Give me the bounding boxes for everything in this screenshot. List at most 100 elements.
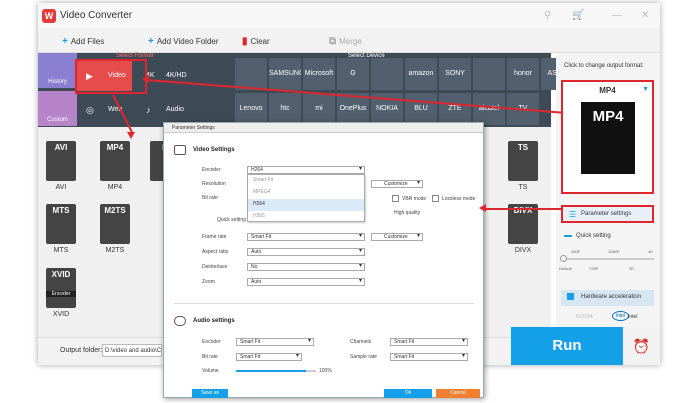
device-brand-sony[interactable]: SONY (439, 58, 471, 90)
encoder-label: Encoder (202, 167, 221, 173)
frame-rate-select[interactable]: Smart Fit (247, 233, 365, 241)
encoder-option-selected[interactable]: H264 (248, 199, 364, 211)
ok-button[interactable]: Ok (384, 389, 432, 398)
save-as-button[interactable]: Save as (192, 389, 228, 398)
output-format-name: MP4 (599, 86, 616, 95)
zoom-select[interactable]: Auto (247, 278, 365, 286)
merge-button[interactable]: ⧉ Merge (329, 36, 362, 47)
audio-encoder-label: Encoder (202, 339, 221, 345)
run-button[interactable]: Run (511, 327, 623, 365)
arrowhead-left-icon (142, 75, 149, 83)
device-brand-lenovo[interactable]: Lenovo (235, 93, 267, 125)
key-icon[interactable]: ⚲ (544, 10, 551, 21)
device-brand-samsung[interactable]: SAMSUNG (269, 58, 301, 90)
format-ts[interactable]: TS TS (504, 141, 542, 191)
output-folder-label: Output folder: (60, 347, 103, 354)
lossless-mode-label: Lossless mode (442, 196, 476, 202)
encoder-tag: Encoder (46, 291, 76, 297)
clear-button[interactable]: ▮ Clear (242, 36, 270, 47)
resolution-customize-button[interactable]: Customize (371, 180, 423, 188)
custom-tab[interactable]: Custom (38, 91, 77, 126)
parameter-settings-button[interactable]: ☰ Parameter settings (561, 205, 654, 223)
slider-handle[interactable] (560, 255, 567, 262)
encoder-option[interactable]: MPEG4 (248, 187, 364, 199)
high-quality-label: High quality (394, 210, 421, 216)
dialog-title: Parameter Settings (164, 123, 483, 133)
frame-rate-customize-button[interactable]: Customize (371, 233, 423, 241)
device-brand-blu[interactable]: BLU (405, 93, 437, 125)
hardware-acceleration-button[interactable]: Hardware acceleration (561, 290, 654, 306)
device-brand-logo-icon[interactable] (371, 58, 403, 90)
aspect-ratio-select[interactable]: Auto (247, 248, 365, 256)
minimize-icon[interactable]: — (612, 10, 622, 21)
custom-label: Custom (47, 117, 68, 123)
cancel-button[interactable]: Cancel (436, 389, 480, 398)
nvidia-label: NVIDIA (576, 314, 593, 320)
add-folder-button[interactable]: + Add Video Folder (148, 36, 219, 47)
vbr-checkbox[interactable] (392, 195, 399, 202)
deinterlace-select[interactable]: No (247, 263, 365, 271)
web-icon: ◎ (86, 105, 94, 115)
device-brand-htc[interactable]: htc (269, 93, 301, 125)
close-icon[interactable]: ✕ (641, 10, 649, 21)
format-xvid[interactable]: XVID Encoder XVID (42, 268, 80, 318)
output-folder-input[interactable]: D:\video and audio\C (102, 344, 162, 357)
device-brand-microsoft[interactable]: Microsoft (303, 58, 335, 90)
cart-icon[interactable]: 🛒 (572, 10, 584, 21)
format-divx[interactable]: DIVX DIVX (504, 204, 542, 254)
volume-slider-fill[interactable] (236, 370, 306, 372)
sample-rate-label: Sample rate (350, 354, 377, 360)
4k-hd-label: 4K/HD (166, 72, 187, 79)
parameter-settings-dialog: Parameter Settings Video Settings Encode… (163, 122, 484, 398)
encoder-select[interactable]: H264 (247, 166, 365, 174)
chevron-down-icon: ▼ (642, 86, 649, 93)
format-m2ts[interactable]: M2TS M2TS (96, 204, 134, 254)
arrow-to-dialog (484, 208, 561, 210)
channels-label: Channels (350, 339, 372, 345)
audio-encoder-select[interactable]: Smart Fit (236, 338, 314, 346)
volume-slider-track[interactable] (306, 370, 316, 372)
encoder-option[interactable]: H265 (248, 211, 364, 223)
tick-1080p: 1080P (608, 249, 620, 254)
video-settings-icon (174, 145, 186, 155)
audio-format-button[interactable]: ♪ Audio (134, 95, 194, 125)
device-brand-mi[interactable]: mi (303, 93, 335, 125)
output-format-selector[interactable]: MP4 ▼ MP4 (561, 80, 654, 194)
sliders-icon: ☰ (569, 210, 577, 219)
device-brand-honor[interactable]: honor (507, 58, 539, 90)
parameter-settings-label: Parameter settings (581, 211, 632, 217)
audio-bitrate-label: Bit rate (202, 354, 218, 360)
arrowhead-dialog-icon (479, 204, 486, 212)
add-files-button[interactable]: + Add Files (62, 36, 104, 47)
format-mts[interactable]: MTS MTS (42, 204, 80, 254)
format-partial[interactable]: N (150, 141, 164, 181)
resolution-label: Resolution (202, 181, 226, 187)
add-folder-label: Add Video Folder (156, 37, 219, 46)
tick-default: Default (559, 266, 572, 271)
device-brand-amazon[interactable]: amazon (405, 58, 437, 90)
device-brand-zte[interactable]: ZTE (439, 93, 471, 125)
format-mp4[interactable]: MP4 MP4 (96, 141, 134, 191)
device-brand-logo-icon[interactable] (473, 58, 505, 90)
device-brand-logo-icon[interactable] (235, 58, 267, 90)
sample-rate-select[interactable]: Smart Fit (390, 353, 468, 361)
xvid-icon: XVID Encoder (46, 268, 76, 308)
history-tab[interactable]: History (38, 53, 77, 88)
deinterlace-label: Deinterlace (202, 264, 228, 270)
encoder-option[interactable]: Smart Fit (248, 175, 364, 187)
quick-setting-slider[interactable] (562, 258, 654, 260)
toolbar: + Add Files + Add Video Folder ▮ Clear ⧉ Mer… (38, 28, 660, 53)
format-avi[interactable]: AVI AVI (42, 141, 80, 191)
device-brand-alcatel[interactable]: alcatel (473, 93, 505, 125)
device-brand-g[interactable]: G (337, 58, 369, 90)
audio-bitrate-select[interactable]: Smart Fit (236, 353, 302, 361)
hardware-acceleration-label: Hardware acceleration (581, 294, 642, 300)
channels-select[interactable]: Smart Fit (390, 338, 468, 346)
tick-720p: 720P (589, 266, 599, 271)
aspect-ratio-label: Aspect ratio (202, 249, 229, 255)
avi-label: AVI (55, 184, 67, 191)
alarm-clock-icon[interactable]: ⏰ (623, 327, 660, 365)
encoder-dropdown-list: Smart Fit MPEG4 H264 H265 (247, 174, 365, 222)
lossless-checkbox[interactable] (432, 195, 439, 202)
frame-rate-label: Frame rate (202, 234, 227, 240)
